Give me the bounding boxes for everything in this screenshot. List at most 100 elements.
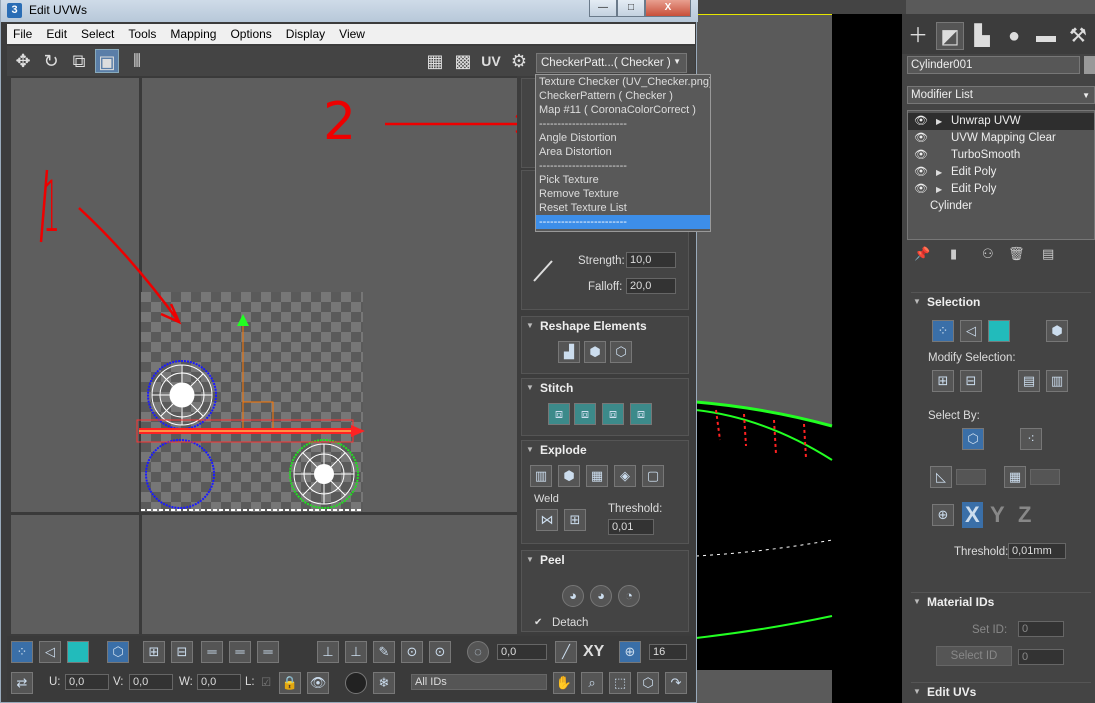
select-by-angle-icon[interactable]: ◺ bbox=[930, 466, 952, 488]
stitch-custom-icon[interactable]: ⧈ bbox=[548, 403, 570, 425]
quick-peel-icon[interactable]: ◕ bbox=[562, 585, 584, 607]
stitch-title[interactable]: Stitch bbox=[522, 379, 688, 397]
set-id-spinner[interactable]: 0 bbox=[1018, 621, 1064, 637]
zoom-extents-icon[interactable]: ⬡ bbox=[637, 672, 659, 694]
weld-threshold-spinner[interactable]: 0,01 bbox=[608, 519, 654, 535]
close-button[interactable]: X bbox=[645, 0, 691, 17]
menu-edit[interactable]: Edit bbox=[46, 27, 67, 41]
rotation-angle-spinner[interactable]: 0,0 bbox=[497, 644, 547, 660]
menu-options[interactable]: Options bbox=[230, 27, 271, 41]
expand-arrow-icon[interactable]: ▶ bbox=[936, 164, 942, 181]
vertex-select-icon[interactable]: ⁘ bbox=[932, 320, 954, 342]
stack-item-turbosmooth[interactable]: 👁 TurboSmooth bbox=[908, 147, 1094, 164]
element-select-icon[interactable]: ⬢ bbox=[1046, 320, 1068, 342]
stack-item-uvw-mapping-clear[interactable]: 👁 UVW Mapping Clear bbox=[908, 130, 1094, 147]
texture-option[interactable]: Pick Texture bbox=[536, 173, 710, 187]
eye-icon[interactable]: 👁 bbox=[914, 147, 928, 164]
mirror-select-icon[interactable]: ⊕ bbox=[932, 504, 954, 526]
texture-option[interactable]: Reset Texture List bbox=[536, 201, 710, 215]
detach-checkbox[interactable]: ✔ bbox=[534, 617, 542, 628]
weld-selected-icon[interactable]: ⋈ bbox=[536, 509, 558, 531]
rotation-snap-icon[interactable]: ◌ bbox=[467, 641, 489, 663]
peel-title[interactable]: Peel bbox=[522, 551, 688, 569]
zoom-icon[interactable]: ⌕ bbox=[581, 672, 603, 694]
angle-field[interactable] bbox=[956, 469, 986, 485]
eye-icon[interactable]: 👁 bbox=[914, 181, 928, 198]
stitch-to-source-icon[interactable]: ⧈ bbox=[630, 403, 652, 425]
paint-grow-icon[interactable]: ⊙ bbox=[401, 641, 423, 663]
u-spinner[interactable]: 0,0 bbox=[65, 674, 109, 690]
make-unique-icon[interactable]: ⚇ bbox=[982, 246, 994, 262]
xy-plane-toggle[interactable]: XY bbox=[583, 643, 604, 661]
eye-icon[interactable]: 👁 bbox=[914, 164, 928, 181]
show-end-result-icon[interactable]: ▮ bbox=[950, 246, 957, 262]
menu-mapping[interactable]: Mapping bbox=[170, 27, 216, 41]
polygon-select-icon[interactable] bbox=[988, 320, 1010, 342]
configure-sets-icon[interactable]: ▤ bbox=[1042, 246, 1054, 262]
filter-icon[interactable] bbox=[345, 672, 367, 694]
stack-item-unwrap-uvw[interactable]: 👁 ▶ Unwrap UVW bbox=[908, 113, 1094, 130]
texture-option[interactable]: Area Distortion bbox=[536, 145, 710, 159]
stitch-average-icon[interactable]: ⧈ bbox=[602, 403, 624, 425]
stack-item-edit-poly[interactable]: 👁 ▶ Edit Poly bbox=[908, 181, 1094, 198]
freeze-icon[interactable]: ❄ bbox=[373, 672, 395, 694]
display-tab-icon[interactable]: ▬ bbox=[1032, 22, 1060, 50]
modifier-list-dropdown[interactable]: Modifier List ▼ bbox=[907, 86, 1095, 104]
texture-option[interactable]: Map #11 ( CoronaColorCorrect ) bbox=[536, 103, 710, 117]
flatten-icon[interactable]: ⬢ bbox=[558, 465, 580, 487]
axis-y-toggle[interactable]: Y bbox=[990, 502, 1005, 528]
stitch-to-target-icon[interactable]: ⧈ bbox=[574, 403, 596, 425]
uv-editor-canvas[interactable]: 2 bbox=[11, 76, 517, 634]
texture-option[interactable]: Angle Distortion bbox=[536, 131, 710, 145]
ring-shrink-icon[interactable]: ⊥ bbox=[345, 641, 367, 663]
weld-target-icon[interactable]: ⊞ bbox=[564, 509, 586, 531]
absolute-offset-icon[interactable]: ⇄ bbox=[11, 672, 33, 694]
paint-select-icon[interactable]: ✎ bbox=[373, 641, 395, 663]
grid-size-spinner[interactable]: 16 bbox=[649, 644, 687, 660]
maximize-button[interactable]: □ bbox=[617, 0, 645, 17]
show-map-icon[interactable]: ▩ bbox=[451, 49, 475, 73]
scale-icon[interactable]: ⧉ bbox=[67, 49, 91, 73]
selection-threshold-spinner[interactable]: 0,01mm bbox=[1008, 543, 1066, 559]
utilities-tab-icon[interactable]: ⚒ bbox=[1064, 22, 1092, 50]
uv-toggle[interactable]: UV bbox=[479, 49, 503, 73]
select-by-element-icon[interactable]: ⬡ bbox=[962, 428, 984, 450]
grow-selection-icon[interactable]: ⊞ bbox=[143, 641, 165, 663]
edge-distortion-icon[interactable]: ╱ bbox=[555, 641, 577, 663]
v-spinner[interactable]: 0,0 bbox=[129, 674, 173, 690]
relax-icon[interactable]: ⬢ bbox=[584, 341, 606, 363]
ring-select-icon[interactable]: ▥ bbox=[1046, 370, 1068, 392]
remove-modifier-icon[interactable]: 🗑 bbox=[1008, 246, 1025, 262]
loop-grow-icon[interactable]: ═ bbox=[229, 641, 251, 663]
texture-option[interactable]: Remove Texture bbox=[536, 187, 710, 201]
axis-x-toggle[interactable]: X bbox=[962, 502, 983, 528]
break-icon[interactable]: ▥ bbox=[530, 465, 552, 487]
pin-stack-icon[interactable]: 📌 bbox=[914, 246, 930, 262]
ids-dropdown[interactable]: All IDs bbox=[411, 674, 547, 690]
hierarchy-tab-icon[interactable]: ▙ bbox=[968, 22, 996, 50]
expand-arrow-icon[interactable]: ▶ bbox=[936, 113, 942, 130]
zoom-selected-icon[interactable]: ↷ bbox=[665, 672, 687, 694]
window-titlebar[interactable]: 3 Edit UVWs — □ X bbox=[1, 0, 698, 22]
relax-settings-icon[interactable]: ⬡ bbox=[610, 341, 632, 363]
axis-z-toggle[interactable]: Z bbox=[1018, 502, 1031, 528]
menu-view[interactable]: View bbox=[339, 27, 365, 41]
create-tab-icon[interactable]: ＋ bbox=[904, 22, 932, 50]
loop-select-icon[interactable]: ▤ bbox=[1018, 370, 1040, 392]
texture-dropdown[interactable]: CheckerPatt...( Checker ) ▼ bbox=[536, 53, 687, 73]
shrink-icon[interactable]: ⊟ bbox=[960, 370, 982, 392]
mirror-icon[interactable]: ⫴ bbox=[125, 49, 149, 73]
menu-tools[interactable]: Tools bbox=[128, 27, 156, 41]
eye-icon[interactable]: 👁 bbox=[914, 113, 928, 130]
split-icon[interactable]: ▦ bbox=[586, 465, 608, 487]
grid-snap-icon[interactable]: ⊕ bbox=[619, 641, 641, 663]
motion-tab-icon[interactable]: ● bbox=[1000, 22, 1028, 50]
polygon-field[interactable] bbox=[1030, 469, 1060, 485]
select-id-spinner[interactable]: 0 bbox=[1018, 649, 1064, 665]
element-mode-icon[interactable]: ⬡ bbox=[107, 641, 129, 663]
peel-mode-icon[interactable]: ◕ bbox=[590, 585, 612, 607]
detach-icon[interactable]: ▢ bbox=[642, 465, 664, 487]
shrink-selection-icon[interactable]: ⊟ bbox=[171, 641, 193, 663]
select-by-polygon-icon[interactable]: ▦ bbox=[1004, 466, 1026, 488]
modify-tab-icon[interactable]: ◩ bbox=[936, 22, 964, 50]
